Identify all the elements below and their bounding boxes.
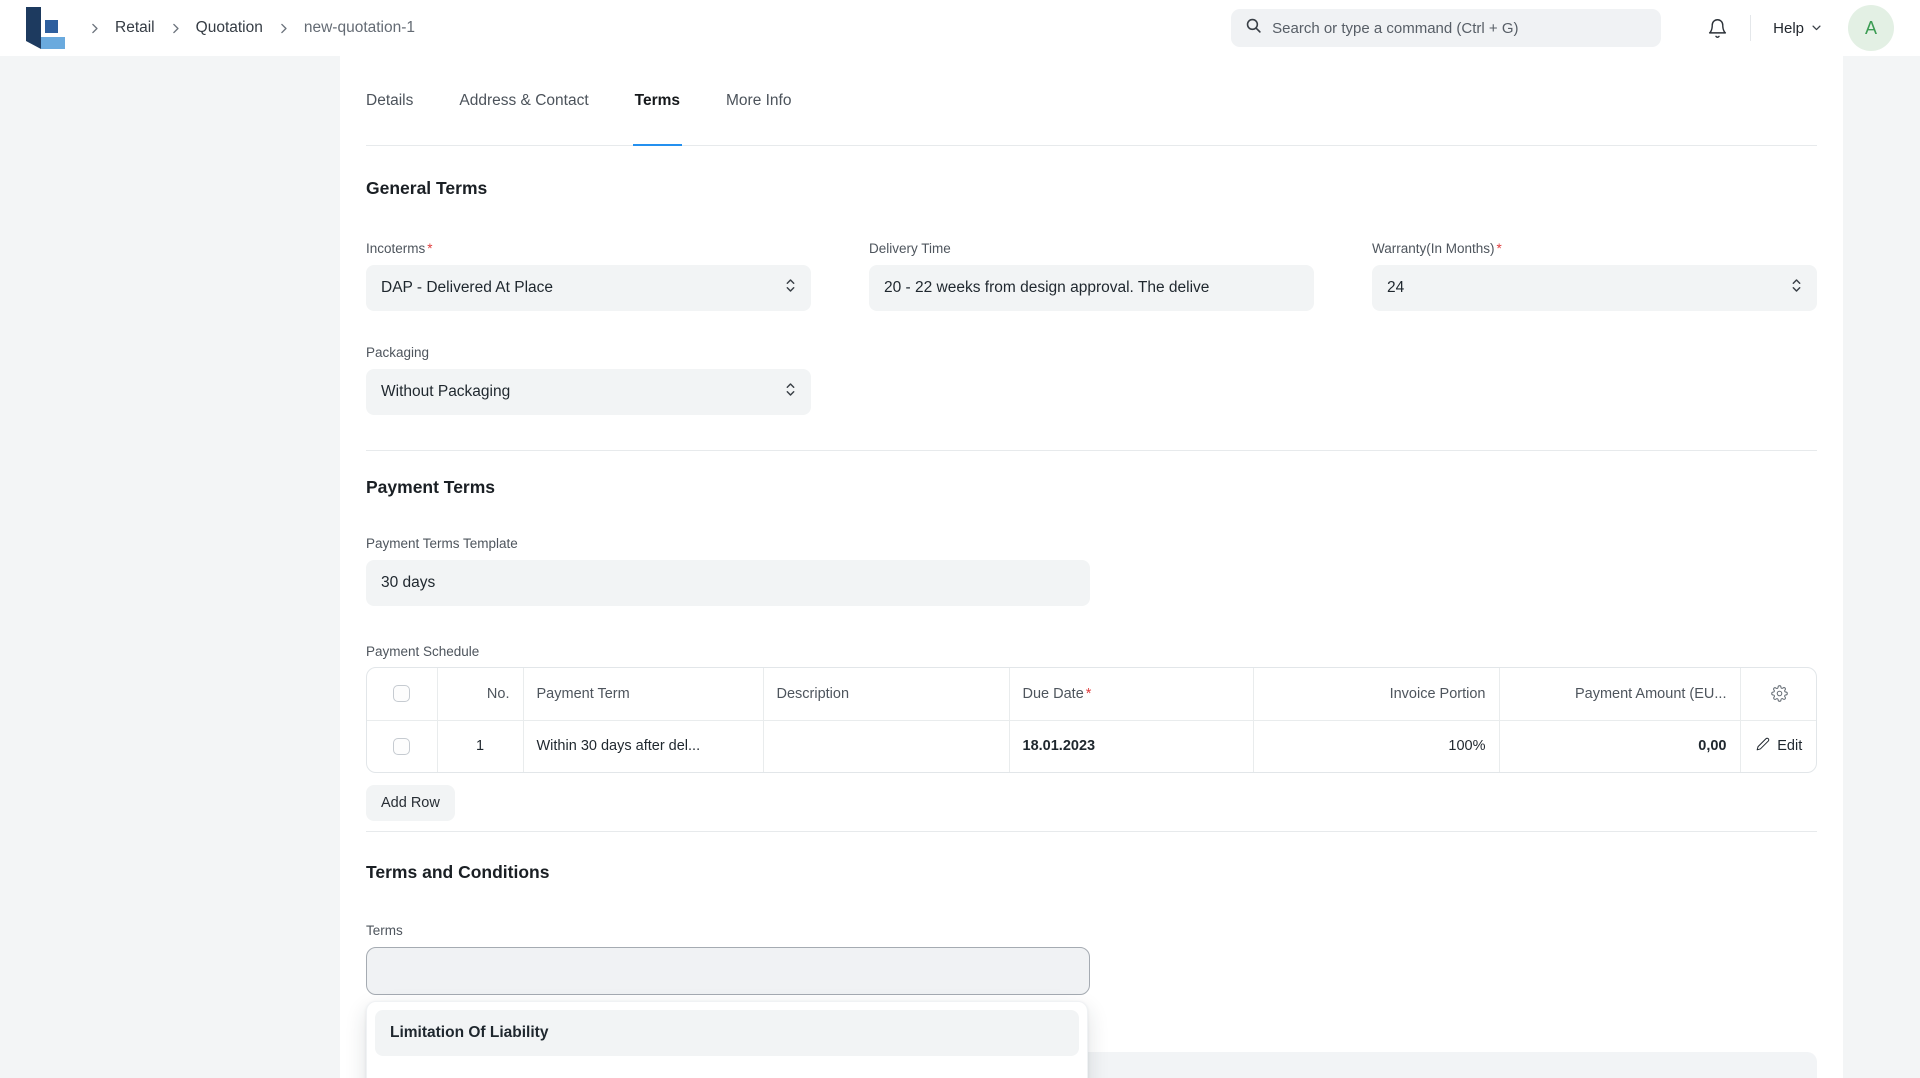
table-settings-gear-icon[interactable] [1771, 685, 1788, 702]
field-incoterms: Incoterms* DAP - Delivered At Place [366, 241, 811, 311]
tab-more-info[interactable]: More Info [726, 56, 791, 145]
payment-schedule-label: Payment Schedule [366, 644, 1817, 659]
navbar-divider [1750, 15, 1751, 41]
section-title: Terms and Conditions [366, 862, 1817, 883]
breadcrumb-current-doc[interactable]: new-quotation-1 [304, 19, 415, 37]
row-checkbox[interactable] [393, 738, 410, 755]
app-logo-icon[interactable] [26, 7, 66, 49]
cell-due-date[interactable]: 18.01.2023 [1009, 720, 1253, 772]
page-background: Details Address & Contact Terms More Inf… [0, 56, 1920, 1078]
field-delivery-time: Delivery Time 20 - 22 weeks from design … [869, 241, 1314, 311]
navbar-right-group: Help A [1231, 5, 1894, 51]
select-all-checkbox[interactable] [393, 685, 410, 702]
breadcrumb-workspace[interactable]: Retail [115, 19, 155, 37]
cell-description[interactable] [763, 720, 1009, 772]
col-header-payment-amount: Payment Amount (EU... [1499, 668, 1740, 720]
notifications-bell-icon[interactable] [1707, 18, 1728, 39]
form-tabs: Details Address & Contact Terms More Inf… [366, 56, 1817, 146]
required-marker: * [1086, 686, 1092, 702]
field-label: Payment Terms Template [366, 536, 1817, 551]
payment-terms-template-value: 30 days [381, 574, 435, 592]
field-label: Delivery Time [869, 241, 1314, 256]
field-label: Warranty(In Months)* [1372, 241, 1817, 256]
col-header-no: No. [437, 668, 523, 720]
required-marker: * [1497, 241, 1502, 256]
payment-terms-template-input[interactable]: 30 days [366, 560, 1090, 606]
cell-payment-amount[interactable]: 0,00 [1499, 720, 1740, 772]
table-header-row: No. Payment Term Description Due Date* I… [367, 668, 1817, 720]
col-header-invoice-portion: Invoice Portion [1253, 668, 1499, 720]
delivery-time-input[interactable]: 20 - 22 weeks from design approval. The … [869, 265, 1314, 311]
help-label: Help [1773, 20, 1804, 37]
packaging-value: Without Packaging [381, 383, 510, 401]
field-label: Packaging [366, 345, 811, 360]
help-menu[interactable]: Help [1773, 20, 1822, 37]
section-payment-terms: Payment Terms Payment Terms Template 30 … [366, 451, 1817, 832]
select-updown-icon [1791, 277, 1802, 299]
cell-invoice-portion[interactable]: 100% [1253, 720, 1499, 772]
cell-no[interactable]: 1 [437, 720, 523, 772]
warranty-value: 24 [1387, 279, 1404, 297]
search-icon [1245, 17, 1262, 39]
packaging-select[interactable]: Without Packaging [366, 369, 811, 415]
chevron-right-icon [277, 22, 290, 35]
section-title: Payment Terms [366, 477, 1817, 498]
section-general-terms: General Terms Incoterms* DAP - Delivered… [366, 146, 1817, 451]
tab-terms[interactable]: Terms [635, 56, 680, 145]
delivery-time-value: 20 - 22 weeks from design approval. The … [884, 279, 1209, 297]
required-marker: * [427, 241, 432, 256]
field-label: Terms [366, 923, 1817, 938]
warranty-select[interactable]: 24 [1372, 265, 1817, 311]
chevron-right-icon [88, 22, 101, 35]
edit-label: Edit [1777, 738, 1802, 754]
tab-address-contact[interactable]: Address & Contact [459, 56, 588, 145]
section-terms-and-conditions: Terms and Conditions Terms Limitation Of… [366, 832, 1817, 1078]
col-header-payment-term: Payment Term [523, 668, 763, 720]
pencil-icon [1756, 737, 1770, 755]
dropdown-item[interactable]: Limitation Of Liability [375, 1010, 1079, 1056]
chevron-down-icon [1811, 20, 1822, 37]
breadcrumb-doctype[interactable]: Quotation [196, 19, 263, 37]
terms-field-wrapper: Limitation Of Liability [366, 947, 1090, 995]
field-label: Incoterms* [366, 241, 811, 256]
search-input[interactable] [1272, 20, 1647, 37]
terms-link-input[interactable] [366, 947, 1090, 995]
section-title: General Terms [366, 178, 1817, 199]
field-warranty: Warranty(In Months)* 24 [1372, 241, 1817, 311]
field-packaging: Packaging Without Packaging [366, 345, 811, 415]
table-row: 1 Within 30 days after del... 18.01.2023… [367, 720, 1817, 772]
select-updown-icon [785, 277, 796, 299]
tab-details[interactable]: Details [366, 56, 413, 145]
avatar-letter: A [1865, 18, 1877, 39]
user-avatar[interactable]: A [1848, 5, 1894, 51]
select-updown-icon [785, 381, 796, 403]
payment-schedule-table: No. Payment Term Description Due Date* I… [366, 667, 1817, 773]
chevron-right-icon [169, 22, 182, 35]
quotation-form-card: Details Address & Contact Terms More Inf… [340, 56, 1843, 1078]
incoterms-select[interactable]: DAP - Delivered At Place [366, 265, 811, 311]
add-row-button[interactable]: Add Row [366, 785, 455, 821]
breadcrumb: Retail Quotation new-quotation-1 [88, 19, 415, 37]
top-navbar: Retail Quotation new-quotation-1 Help [0, 0, 1920, 56]
incoterms-value: DAP - Delivered At Place [381, 279, 553, 297]
row-edit-button[interactable]: Edit [1756, 737, 1802, 755]
col-header-due-date: Due Date* [1009, 668, 1253, 720]
global-search[interactable] [1231, 9, 1661, 47]
cell-payment-term[interactable]: Within 30 days after del... [523, 720, 763, 772]
col-header-description: Description [763, 668, 1009, 720]
terms-dropdown: Limitation Of Liability [366, 1001, 1088, 1078]
